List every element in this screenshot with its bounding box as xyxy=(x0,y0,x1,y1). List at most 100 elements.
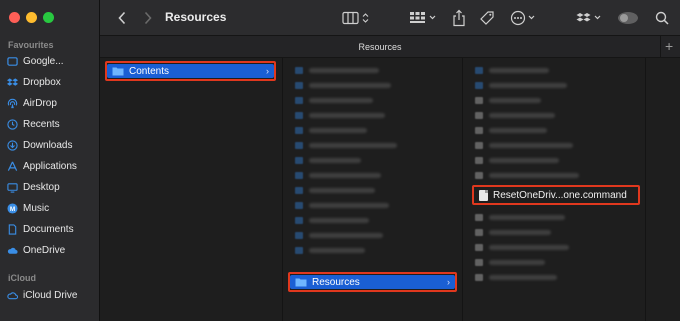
blurred-list-item xyxy=(295,216,369,224)
dropbox-icon xyxy=(576,11,604,25)
sidebar-item-label: Music xyxy=(23,202,50,214)
sidebar: Favourites Google... Dropbox AirDrop Rec… xyxy=(0,0,100,321)
applications-icon xyxy=(7,161,18,172)
view-mode-button[interactable] xyxy=(340,0,374,36)
finder-window: Favourites Google... Dropbox AirDrop Rec… xyxy=(0,0,680,321)
sidebar-item-label: iCloud Drive xyxy=(23,289,78,301)
column-item-reset-onedrive[interactable]: ResetOneDriv...one.command xyxy=(475,187,641,203)
sidebar-item-label: OneDrive xyxy=(23,244,66,256)
blurred-list-item xyxy=(475,228,551,236)
window-controls xyxy=(9,12,54,23)
airdrop-icon xyxy=(7,98,18,109)
column-item-resources[interactable]: Resources › xyxy=(290,275,455,289)
sidebar-item-label: AirDrop xyxy=(23,97,57,109)
dropbox-icon xyxy=(7,77,18,88)
column-view-icon xyxy=(342,11,372,25)
blurred-list-item xyxy=(475,156,559,164)
blurred-list-item xyxy=(475,96,541,104)
sidebar-item-label: Desktop xyxy=(23,181,60,193)
clock-icon xyxy=(7,118,18,130)
tab-bar: Resources + xyxy=(100,36,680,58)
sidebar-item-airdrop[interactable]: AirDrop xyxy=(7,94,99,112)
blurred-list-item xyxy=(295,156,361,164)
blurred-list-item xyxy=(295,111,385,119)
blurred-list-item xyxy=(475,111,555,119)
download-icon xyxy=(7,139,18,151)
blurred-list-item xyxy=(295,171,381,179)
blurred-list-item xyxy=(295,126,367,134)
account-icon xyxy=(616,11,640,25)
chevron-right-icon xyxy=(143,11,153,25)
search-icon xyxy=(655,11,669,25)
blurred-list-item xyxy=(295,231,383,239)
blurred-list-item xyxy=(295,66,379,74)
sidebar-item-label: Dropbox xyxy=(23,76,61,88)
file-icon xyxy=(479,189,488,201)
column-item-label: Contents xyxy=(129,65,170,77)
sidebar-item-icloud-drive[interactable]: iCloud Drive xyxy=(7,286,99,304)
blurred-list-item xyxy=(475,81,567,89)
column-2: Resources › xyxy=(283,58,463,321)
new-tab-button[interactable]: + xyxy=(665,38,673,54)
chevron-left-icon xyxy=(117,11,127,25)
account-button[interactable] xyxy=(615,0,641,36)
chevron-right-icon: › xyxy=(266,66,269,76)
icloud-icon xyxy=(7,290,18,301)
group-grid-icon xyxy=(409,11,439,25)
sidebar-item-downloads[interactable]: Downloads xyxy=(7,136,99,154)
plus-icon: + xyxy=(665,38,674,54)
blurred-list-item xyxy=(475,213,565,221)
blurred-list-item xyxy=(475,126,547,134)
sidebar-item-google-drive[interactable]: Google... xyxy=(7,52,99,70)
close-button[interactable] xyxy=(9,12,20,23)
back-button[interactable] xyxy=(114,0,130,36)
column-item-contents[interactable]: Contents › xyxy=(107,64,274,78)
minimize-button[interactable] xyxy=(26,12,37,23)
tag-button[interactable] xyxy=(477,0,497,36)
blurred-list-item xyxy=(295,141,397,149)
folder-icon xyxy=(112,67,124,76)
toolbar: Resources xyxy=(100,0,680,36)
tab-resources[interactable]: Resources xyxy=(100,36,661,58)
cloud-icon xyxy=(7,245,18,256)
share-icon xyxy=(452,9,466,27)
sidebar-item-applications[interactable]: Applications xyxy=(7,157,99,175)
google-drive-icon xyxy=(7,56,18,67)
blurred-list-item xyxy=(475,141,573,149)
sidebar-item-label: Recents xyxy=(23,118,60,130)
more-actions-button[interactable] xyxy=(510,0,538,36)
sidebar-item-onedrive[interactable]: OneDrive xyxy=(7,241,99,259)
sidebar-item-dropbox[interactable]: Dropbox xyxy=(7,73,99,91)
svg-text:M: M xyxy=(10,205,15,212)
blurred-list-item xyxy=(475,66,549,74)
column-3: ResetOneDriv...one.command xyxy=(463,58,646,321)
desktop-icon xyxy=(7,182,18,193)
sidebar-item-recents[interactable]: Recents xyxy=(7,115,99,133)
window-title: Resources xyxy=(165,10,227,24)
column-4 xyxy=(646,58,680,321)
column-1: Contents › xyxy=(100,58,283,321)
chevron-right-icon: › xyxy=(447,277,450,287)
group-button[interactable] xyxy=(408,0,440,36)
blurred-list-item xyxy=(295,96,373,104)
sidebar-item-music[interactable]: M Music xyxy=(7,199,99,217)
document-icon xyxy=(7,223,18,235)
sidebar-item-label: Applications xyxy=(23,160,77,172)
blurred-list-item xyxy=(475,243,569,251)
tag-icon xyxy=(479,10,495,26)
blurred-list-item xyxy=(295,246,365,254)
sidebar-item-label: Google... xyxy=(23,55,64,67)
ellipsis-icon xyxy=(510,10,538,26)
blurred-list-item xyxy=(295,81,391,89)
zoom-button[interactable] xyxy=(43,12,54,23)
share-button[interactable] xyxy=(450,0,468,36)
folder-icon xyxy=(295,278,307,287)
forward-button[interactable] xyxy=(140,0,156,36)
search-button[interactable] xyxy=(653,0,671,36)
sidebar-item-label: Downloads xyxy=(23,139,73,151)
dropbox-menu-button[interactable] xyxy=(575,0,605,36)
sidebar-item-label: Documents xyxy=(23,223,74,235)
sidebar-item-documents[interactable]: Documents xyxy=(7,220,99,238)
music-icon: M xyxy=(7,202,18,214)
sidebar-item-desktop[interactable]: Desktop xyxy=(7,178,99,196)
